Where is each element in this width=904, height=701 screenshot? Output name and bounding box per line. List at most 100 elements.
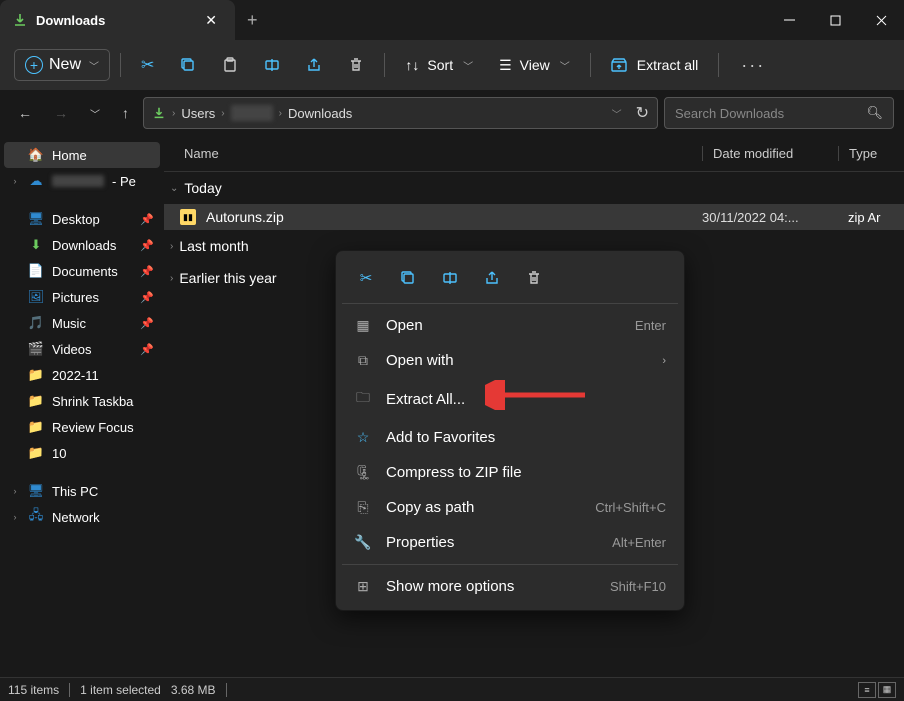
ctx-extract-all[interactable]: 🗀Extract All... (342, 378, 678, 420)
rename-button[interactable] (254, 49, 290, 81)
ctx-cut-button[interactable]: ✂ (348, 263, 384, 293)
open-icon: ▦ (354, 317, 372, 334)
tab-title: Downloads (36, 13, 105, 28)
zip-icon: 🗜 (354, 464, 372, 481)
ctx-copy-path[interactable]: ⎘Copy as pathCtrl+Shift+C (342, 490, 678, 525)
sidebar-item-folder4[interactable]: 📁10 (4, 440, 160, 466)
sidebar-item-home[interactable]: 🏠 Home (4, 142, 160, 168)
chevron-right-icon: › (10, 486, 20, 496)
redacted-label (52, 175, 104, 187)
search-input[interactable]: Search Downloads 🔍︎ (664, 97, 894, 129)
ctx-properties[interactable]: 🔧PropertiesAlt+Enter (342, 525, 678, 560)
close-tab-icon[interactable]: ✕ (199, 10, 223, 31)
status-selected: 1 item selected (80, 683, 161, 697)
chevron-right-icon: › (10, 512, 20, 522)
minimize-button[interactable] (766, 0, 812, 40)
path-icon: ⎘ (354, 499, 372, 516)
address-bar[interactable]: › Users › › Downloads ﹀ ↻ (143, 97, 658, 129)
paste-button[interactable] (212, 49, 248, 81)
maximize-button[interactable] (812, 0, 858, 40)
sidebar-item-folder2[interactable]: 📁Shrink Taskba (4, 388, 160, 414)
pin-icon: 📌 (140, 239, 154, 252)
share-button[interactable] (296, 49, 332, 81)
chevron-right-icon: › (170, 241, 173, 252)
chevron-down-icon: ﹀ (89, 58, 99, 73)
documents-icon: 📄 (28, 263, 44, 279)
breadcrumb-users[interactable]: Users (181, 106, 215, 121)
tab-downloads[interactable]: Downloads ✕ (0, 0, 235, 40)
column-name[interactable]: Name (184, 146, 702, 161)
sidebar-item-network[interactable]: ›🖧Network (4, 504, 160, 530)
group-today[interactable]: ⌄ Today (164, 172, 904, 204)
close-button[interactable] (858, 0, 904, 40)
star-icon: ☆ (354, 429, 372, 446)
ctx-open-with[interactable]: ⧉Open with› (342, 343, 678, 378)
recent-dropdown[interactable]: ﹀ (82, 100, 108, 127)
open-with-icon: ⧉ (354, 352, 372, 369)
download-icon (12, 12, 28, 28)
sidebar-item-music[interactable]: 🎵Music📌 (4, 310, 160, 336)
view-icons-button[interactable]: ▦ (878, 682, 896, 698)
chevron-right-icon: › (10, 176, 20, 186)
ctx-favorites[interactable]: ☆Add to Favorites (342, 420, 678, 455)
sidebar-item-desktop[interactable]: 🖥Desktop📌 (4, 206, 160, 232)
copy-button[interactable] (170, 49, 206, 81)
column-date[interactable]: Date modified (702, 146, 838, 161)
new-tab-button[interactable]: + (235, 10, 270, 31)
view-button[interactable]: ☰ View ﹀ (489, 51, 580, 80)
sidebar-item-onedrive[interactable]: › ☁ - Pe (4, 168, 160, 194)
zip-icon: ▮▮ (180, 209, 196, 225)
chevron-down-icon[interactable]: ﹀ (612, 106, 622, 121)
ctx-compress[interactable]: 🗜Compress to ZIP file (342, 455, 678, 490)
sidebar-item-videos[interactable]: 🎬Videos📌 (4, 336, 160, 362)
sidebar: 🏠 Home › ☁ - Pe 🖥Desktop📌 ⬇Downloads📌 📄D… (0, 136, 164, 677)
column-headers: Name Date modified Type (164, 136, 904, 172)
sidebar-item-downloads[interactable]: ⬇Downloads📌 (4, 232, 160, 258)
ctx-rename-button[interactable] (432, 263, 468, 293)
sidebar-item-documents[interactable]: 📄Documents📌 (4, 258, 160, 284)
sidebar-item-thispc[interactable]: ›🖥This PC (4, 478, 160, 504)
sidebar-item-pictures[interactable]: 🖼Pictures📌 (4, 284, 160, 310)
refresh-button[interactable]: ↻ (636, 103, 649, 123)
breadcrumb-downloads[interactable]: Downloads (288, 106, 352, 121)
music-icon: 🎵 (28, 315, 44, 331)
network-icon: 🖧 (28, 509, 44, 525)
extract-icon (611, 57, 629, 73)
sidebar-item-folder1[interactable]: 📁2022-11 (4, 362, 160, 388)
status-item-count: 115 items (8, 683, 59, 697)
back-button[interactable]: ← (10, 99, 40, 127)
navbar: ← → ﹀ ↑ › Users › › Downloads ﹀ ↻ Search… (0, 90, 904, 136)
ctx-more-options[interactable]: ⊞Show more optionsShift+F10 (342, 569, 678, 604)
chevron-right-icon: › (170, 273, 173, 284)
chevron-right-icon: › (662, 355, 666, 367)
delete-button[interactable] (338, 49, 374, 81)
up-button[interactable]: ↑ (114, 99, 137, 127)
breadcrumb-redacted[interactable] (231, 105, 273, 121)
context-quick-actions: ✂ (342, 257, 678, 304)
file-row-autoruns[interactable]: ▮▮ Autoruns.zip 30/11/2022 04:... zip Ar (164, 204, 904, 230)
pin-icon: 📌 (140, 343, 154, 356)
ctx-copy-button[interactable] (390, 263, 426, 293)
column-type[interactable]: Type (838, 146, 884, 161)
extract-all-button[interactable]: Extract all (601, 51, 708, 79)
forward-button[interactable]: → (46, 99, 76, 127)
ctx-delete-button[interactable] (516, 263, 552, 293)
folder-icon: 📁 (28, 393, 44, 409)
toolbar: + New ﹀ ✂ ↑↓ Sort ﹀ ☰ View ﹀ Extract all… (0, 40, 904, 90)
more-button[interactable]: ··· (729, 55, 777, 76)
folder-icon: 📁 (28, 419, 44, 435)
pin-icon: 📌 (140, 265, 154, 278)
home-icon: 🏠 (28, 147, 44, 163)
pictures-icon: 🖼 (28, 289, 44, 305)
sort-button[interactable]: ↑↓ Sort ﹀ (395, 51, 483, 79)
ctx-share-button[interactable] (474, 263, 510, 293)
sidebar-item-folder3[interactable]: 📁Review Focus (4, 414, 160, 440)
view-details-button[interactable]: ≡ (858, 682, 876, 698)
extract-icon: 🗀 (354, 387, 372, 411)
new-button[interactable]: + New ﹀ (14, 49, 110, 81)
window-controls (766, 0, 904, 40)
cut-button[interactable]: ✂ (131, 47, 164, 83)
ctx-open[interactable]: ▦OpenEnter (342, 308, 678, 343)
videos-icon: 🎬 (28, 341, 44, 357)
search-icon: 🔍︎ (866, 105, 883, 121)
